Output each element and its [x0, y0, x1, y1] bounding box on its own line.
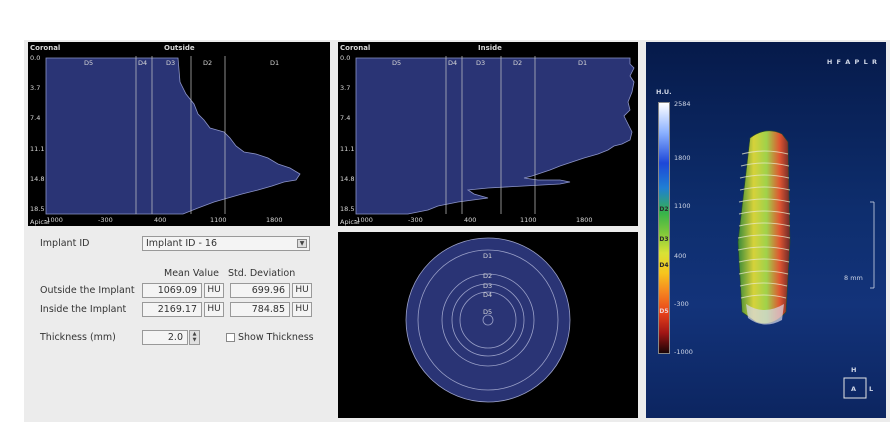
- outside-zone-d3: D3: [166, 59, 175, 67]
- thickness-stepper[interactable]: ▲ ▼: [189, 330, 200, 345]
- outside-ytick-0: 0.0: [30, 54, 40, 62]
- inside-ytick-1: 3.7: [340, 84, 350, 92]
- outside-xtick-0: -1000: [44, 216, 63, 224]
- implant-render: [737, 130, 875, 399]
- outside-xtick-3: 1100: [210, 216, 227, 224]
- outside-ytick-1: 3.7: [30, 84, 40, 92]
- inside-ytick-2: 7.4: [340, 114, 350, 122]
- inside-std-value: 784.85: [251, 304, 285, 315]
- inside-ytick-5: 18.5: [340, 205, 354, 213]
- inside-zone-d4: D4: [448, 59, 457, 67]
- outside-histogram-area: [45, 57, 301, 215]
- chevron-down-icon[interactable]: ▼: [297, 239, 307, 248]
- outside-mean-field: 1069.09: [142, 283, 202, 298]
- measurement-controls: Implant ID Implant ID - 16 ▼ Mean Value …: [28, 228, 330, 418]
- outside-zone-d2: D2: [203, 59, 212, 67]
- ring-label-d5: D5: [483, 308, 492, 316]
- inside-xtick-0: -1000: [354, 216, 373, 224]
- inside-mean-field: 2169.17: [142, 302, 202, 317]
- inside-histogram: Coronal Inside 0.0 3.7 7.4 11.1 14.8 18.…: [340, 44, 635, 226]
- density-ring-panel: D1 D2 D3 D4 D5: [338, 232, 638, 418]
- ring-label-d2: D2: [483, 272, 492, 280]
- inside-corner-label: Coronal: [340, 44, 370, 52]
- inside-xtick-4: 1800: [576, 216, 593, 224]
- outside-histogram-panel: Coronal Outside 0.0 3.7 7.4 11.1 14.8 18…: [28, 42, 330, 226]
- thickness-input[interactable]: 2.0: [142, 330, 188, 345]
- inside-xtick-3: 1100: [520, 216, 537, 224]
- outside-zone-d1: D1: [270, 59, 279, 67]
- inside-zone-d1: D1: [578, 59, 587, 67]
- implant-id-dropdown[interactable]: Implant ID - 16 ▼: [142, 236, 310, 251]
- show-thickness-checkbox[interactable]: [226, 333, 235, 342]
- outside-xtick-1: -300: [98, 216, 113, 224]
- outside-ytick-2: 7.4: [30, 114, 40, 122]
- inside-std-field: 784.85: [230, 302, 290, 317]
- density-ring-diagram: D1 D2 D3 D4 D5: [405, 237, 571, 403]
- inside-zone-d2: D2: [513, 59, 522, 67]
- ring-label-d1: D1: [483, 252, 492, 260]
- outside-ytick-5: 18.5: [30, 205, 44, 213]
- inside-ytick-0: 0.0: [340, 54, 350, 62]
- inside-mean-unit: HU: [204, 302, 224, 317]
- outside-mean-unit: HU: [204, 283, 224, 298]
- outside-corner-label: Coronal: [30, 44, 60, 52]
- orientation-cube-side: L: [869, 385, 874, 393]
- implant-id-value: Implant ID - 16: [146, 238, 217, 249]
- thickness-label: Thickness (mm): [40, 332, 116, 343]
- ring-d1: [405, 237, 571, 403]
- ring-label-d3: D3: [483, 282, 492, 290]
- inside-zone-d5: D5: [392, 59, 401, 67]
- inside-histogram-area: [355, 57, 635, 215]
- outside-xtick-2: 400: [154, 216, 166, 224]
- outside-implant-label: Outside the Implant: [40, 285, 135, 296]
- std-deviation-header: Std. Deviation: [228, 268, 296, 279]
- ring-label-d4: D4: [483, 291, 492, 299]
- outside-std-value: 699.96: [251, 285, 285, 296]
- inside-std-unit: HU: [292, 302, 312, 317]
- mean-value-header: Mean Value: [164, 268, 219, 279]
- orientation-cube-front: A: [851, 385, 857, 393]
- inside-mean-value: 2169.17: [157, 304, 197, 315]
- outside-ytick-4: 14.8: [30, 175, 44, 183]
- inside-xtick-2: 400: [464, 216, 476, 224]
- implant-3d-viewer[interactable]: H F A P L R H.U. 2584 1800 1100 400 -300…: [646, 42, 886, 418]
- inside-xtick-1: -300: [408, 216, 423, 224]
- inside-zone-d3: D3: [476, 59, 485, 67]
- inside-implant-label: Inside the Implant: [40, 304, 127, 315]
- outside-title: Outside: [164, 44, 195, 52]
- outside-histogram: Coronal Outside 0.0 3.7 7.4 11.1 14.8 18…: [30, 44, 301, 226]
- outside-ytick-3: 11.1: [30, 145, 44, 153]
- scale-label: 8 mm: [844, 274, 863, 282]
- outside-mean-value: 1069.09: [157, 285, 197, 296]
- inside-ytick-3: 11.1: [340, 145, 354, 153]
- implant-id-label: Implant ID: [40, 238, 90, 249]
- thickness-value: 2.0: [167, 332, 183, 343]
- show-thickness-label[interactable]: Show Thickness: [238, 332, 314, 343]
- outside-std-field: 699.96: [230, 283, 290, 298]
- orientation-cube-top: H: [851, 366, 857, 374]
- inside-histogram-panel: Coronal Inside 0.0 3.7 7.4 11.1 14.8 18.…: [338, 42, 638, 226]
- outside-std-unit: HU: [292, 283, 312, 298]
- outside-xtick-4: 1800: [266, 216, 283, 224]
- inside-title: Inside: [478, 44, 502, 52]
- inside-ytick-4: 14.8: [340, 175, 354, 183]
- outside-zone-d4: D4: [138, 59, 147, 67]
- outside-zone-d5: D5: [84, 59, 93, 67]
